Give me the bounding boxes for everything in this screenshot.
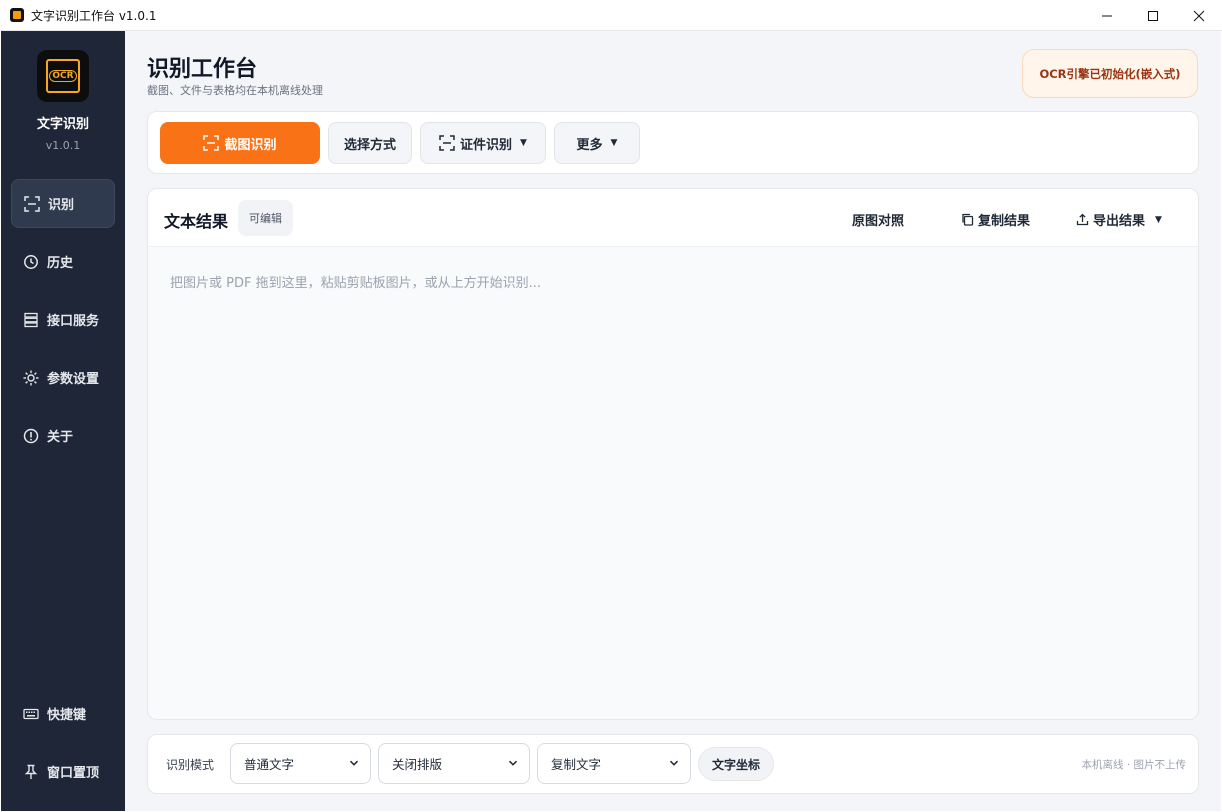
chevron-down-icon (349, 760, 359, 766)
sidebar-item-recognize[interactable]: 识别 (11, 179, 115, 228)
logo-text: OCR (49, 70, 77, 82)
sidebar-item-about[interactable]: 关于 (11, 411, 115, 460)
history-icon (22, 253, 40, 271)
capture-recognize-button[interactable]: 截图识别 (160, 122, 320, 164)
close-icon (1193, 10, 1205, 21)
result-panel: 文本结果 可编辑 原图对照 复制结果 导出结果 ▼ 把图片或 PDF 拖到这里，… (147, 188, 1199, 720)
app-logo: OCR (37, 50, 89, 102)
caret-down-icon: ▼ (1155, 214, 1162, 225)
info-icon (22, 427, 40, 445)
copy-result-button[interactable]: 复制结果 (961, 210, 1030, 229)
sidebar-item-shortcuts[interactable]: 快捷键 (11, 689, 115, 738)
window-controls (1084, 0, 1222, 31)
options-bar: 识别模式 普通文字 关闭排版 复制文字 文字坐标 本机离线 · 图片不上传 (147, 734, 1199, 794)
text-coordinates-button[interactable]: 文字坐标 (698, 747, 774, 781)
compare-original-label: 原图对照 (852, 214, 905, 229)
sidebar-item-label: 识别 (48, 198, 75, 213)
layout-select[interactable]: 关闭排版 (378, 743, 530, 784)
sidebar-item-history[interactable]: 历史 (11, 237, 115, 286)
layout-value: 关闭排版 (392, 757, 443, 772)
export-result-label: 导出结果 (1093, 214, 1146, 229)
result-title: 文本结果 (164, 212, 229, 231)
sidebar-item-label: 关于 (47, 430, 74, 445)
result-header: 文本结果 可编辑 原图对照 复制结果 导出结果 ▼ (148, 189, 1198, 247)
page-title: 识别工作台 (147, 57, 258, 82)
sidebar-item-label: 窗口置顶 (47, 766, 100, 781)
title-bar: 文字识别工作台 v1.0.1 (0, 0, 1222, 31)
close-button[interactable] (1176, 0, 1222, 31)
capture-recognize-label: 截图识别 (224, 137, 277, 153)
sidebar-item-settings[interactable]: 参数设置 (11, 353, 115, 402)
app-name: 文字识别 (36, 117, 89, 132)
result-text-area[interactable]: 把图片或 PDF 拖到这里，粘贴剪贴板图片，或从上方开始识别... (148, 247, 1198, 719)
maximize-icon (1148, 10, 1158, 21)
compare-original-button[interactable]: 原图对照 (852, 210, 904, 229)
sidebar-item-label: 快捷键 (47, 708, 87, 723)
select-method-label: 选择方式 (343, 137, 396, 153)
logo-frame: OCR (46, 59, 80, 93)
sidebar-item-pin-window[interactable]: 窗口置顶 (11, 747, 115, 796)
export-icon (1076, 213, 1089, 226)
editable-badge: 可编辑 (238, 200, 293, 236)
minimize-button[interactable] (1084, 0, 1130, 31)
drop-placeholder: 把图片或 PDF 拖到这里，粘贴剪贴板图片，或从上方开始识别... (170, 276, 541, 291)
engine-status-badge: OCR引擎已初始化(嵌入式) (1022, 49, 1198, 98)
select-method-button[interactable]: 选择方式 (328, 122, 412, 164)
copy-icon (961, 213, 974, 226)
app-icon (10, 8, 24, 22)
sidebar: OCR 文字识别 v1.0.1 识别 历史 接口服务 参数设置 关于 快捷键 窗… (1, 31, 125, 811)
recognition-mode-value: 普通文字 (244, 757, 295, 772)
sidebar-item-label: 参数设置 (47, 372, 100, 387)
minimize-icon (1102, 15, 1112, 16)
copy-mode-select[interactable]: 复制文字 (537, 743, 691, 784)
scan-icon (23, 195, 41, 213)
sidebar-item-label: 接口服务 (47, 314, 100, 329)
caret-down-icon: ▼ (610, 138, 618, 148)
scan-icon (439, 135, 455, 151)
toolbar: 截图识别 选择方式 证件识别 ▼ 更多 ▼ (147, 111, 1199, 174)
sidebar-item-api-service[interactable]: 接口服务 (11, 295, 115, 344)
main-area: 识别工作台 截图、文件与表格均在本机离线处理 OCR引擎已初始化(嵌入式) 截图… (125, 31, 1221, 811)
chevron-down-icon (508, 760, 518, 766)
caret-down-icon: ▼ (520, 138, 527, 148)
more-label: 更多 (576, 137, 603, 153)
page-subtitle: 截图、文件与表格均在本机离线处理 (147, 84, 323, 97)
gear-icon (22, 369, 40, 387)
app-version: v1.0.1 (45, 139, 81, 152)
more-button[interactable]: 更多 ▼ (554, 122, 640, 164)
recognition-mode-label: 识别模式 (166, 758, 215, 772)
copy-result-label: 复制结果 (978, 214, 1031, 229)
id-recognition-label: 证件识别 (460, 137, 513, 153)
pin-icon (22, 763, 40, 781)
chevron-down-icon (669, 760, 679, 766)
recognition-mode-select[interactable]: 普通文字 (230, 743, 371, 784)
offline-note: 本机离线 · 图片不上传 (1081, 759, 1186, 771)
sidebar-item-label: 历史 (47, 256, 74, 271)
window-title: 文字识别工作台 v1.0.1 (31, 8, 157, 23)
server-icon (22, 311, 40, 329)
id-recognition-button[interactable]: 证件识别 ▼ (420, 122, 546, 164)
export-result-button[interactable]: 导出结果 ▼ (1076, 210, 1162, 229)
maximize-button[interactable] (1130, 0, 1176, 31)
keyboard-icon (22, 705, 40, 723)
copy-mode-value: 复制文字 (551, 757, 602, 772)
scan-icon (203, 135, 220, 151)
